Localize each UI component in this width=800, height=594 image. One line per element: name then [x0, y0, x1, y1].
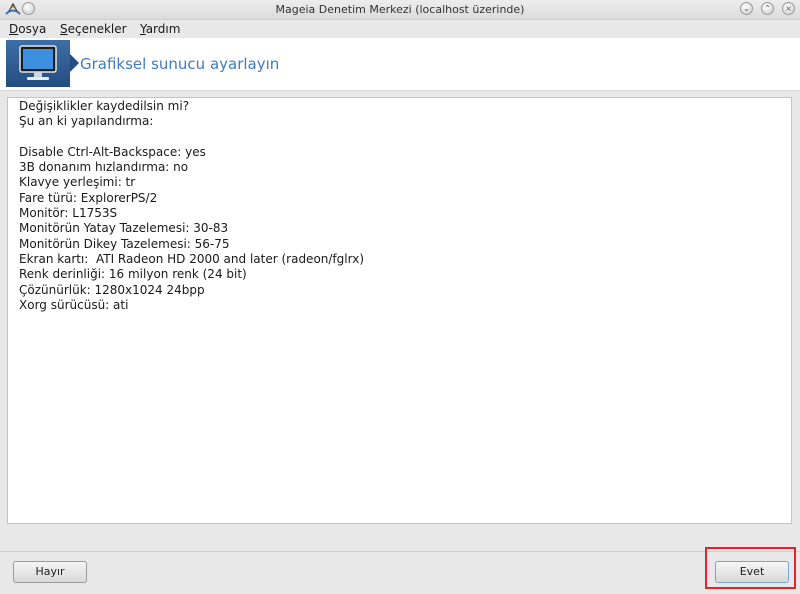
header-arrow	[70, 54, 79, 72]
menu-file[interactable]: Dosya	[9, 22, 46, 36]
summary-line: 3B donanım hızlandırma: no	[19, 160, 189, 175]
summary-line: Fare türü: ExplorerPS/2	[19, 190, 158, 205]
monitor-icon	[19, 45, 57, 80]
menu-bar: Dosya Seçenekler Yardım	[0, 20, 800, 38]
summary-line: Monitörün Yatay Tazelemesi: 30-83	[19, 221, 229, 236]
menu-options[interactable]: Seçenekler	[60, 22, 127, 36]
summary-line: Renk derinliği: 16 milyon renk (24 bit)	[19, 267, 247, 282]
menu-help[interactable]: Yardım	[140, 22, 180, 36]
summary-line: Şu an ki yapılandırma:	[19, 114, 154, 129]
no-button[interactable]: Hayır	[13, 561, 87, 583]
summary-line: Monitörün Dikey Tazelemesi: 56-75	[19, 236, 230, 251]
minimize-button[interactable]: ⌄	[740, 2, 753, 15]
header-icon-tab	[6, 40, 70, 87]
window-title: Mageia Denetim Merkezi (localhost üzerin…	[275, 3, 525, 16]
summary-line: Ekran kartı: ATI Radeon HD 2000 and late…	[19, 251, 364, 266]
header-banner: Grafiksel sunucu ayarlayın	[0, 38, 800, 91]
window-titlebar: Mageia Denetim Merkezi (localhost üzerin…	[0, 0, 800, 20]
summary-line: Çözünürlük: 1280x1024 24bpp	[19, 282, 205, 297]
summary-panel: Değişiklikler kaydedilsin mi? Şu an ki y…	[7, 97, 792, 524]
summary-line: Disable Ctrl-Alt-Backspace: yes	[19, 144, 206, 159]
maximize-button[interactable]: ⌃	[761, 2, 774, 15]
highlight-box	[705, 547, 796, 589]
page-title: Grafiksel sunucu ayarlayın	[80, 55, 280, 73]
summary-line: Klavye yerleşimi: tr	[19, 175, 136, 190]
close-button[interactable]: ×	[782, 2, 795, 15]
summary-line: Monitör: L1753S	[19, 206, 118, 221]
button-divider	[0, 551, 800, 552]
summary-line	[19, 130, 780, 145]
summary-line: Xorg sürücüsü: ati	[19, 297, 129, 312]
summary-line: Değişiklikler kaydedilsin mi?	[19, 99, 190, 113]
